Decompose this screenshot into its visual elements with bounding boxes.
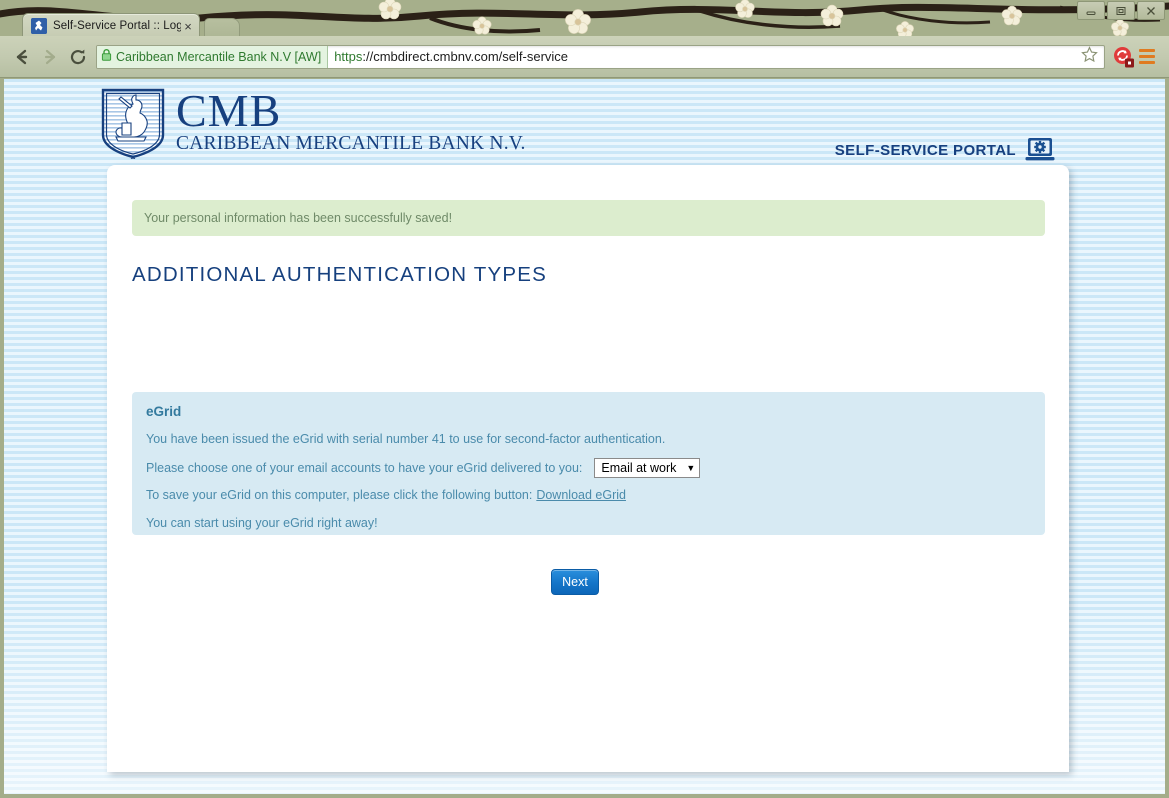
tab-strip: Self-Service Portal :: Log In × (22, 13, 240, 36)
address-bar[interactable]: Caribbean Mercantile Bank N.V [AW] https… (96, 44, 1105, 69)
browser-tab-active[interactable]: Self-Service Portal :: Log In × (22, 13, 200, 36)
browser-window: Self-Service Portal :: Log In × (0, 0, 1169, 798)
egrid-ready-text: You can start using your eGrid right awa… (146, 516, 378, 530)
close-button[interactable] (1137, 1, 1165, 20)
site-header: CMB CARIBBEAN MERCANTILE BANK N.V. SELF-… (4, 79, 1165, 165)
browser-titlebar: Self-Service Portal :: Log In × (0, 0, 1169, 36)
bank-crest-lion-icon (101, 88, 165, 159)
egrid-delivery-row: Please choose one of your email accounts… (146, 458, 1031, 478)
maximize-button[interactable] (1107, 1, 1135, 20)
site-security-chip[interactable]: Caribbean Mercantile Bank N.V [AW] (97, 45, 329, 68)
portal-label: SELF-SERVICE PORTAL (834, 141, 1016, 159)
back-arrow-icon[interactable] (8, 43, 36, 71)
tab-title: Self-Service Portal :: Log In (53, 20, 181, 32)
url-scheme: https (334, 49, 363, 64)
email-account-select-value: Email at work (601, 461, 677, 475)
tab-close-icon[interactable]: × (181, 19, 195, 34)
padlock-icon (101, 48, 112, 66)
egrid-serial-text: You have been issued the eGrid with seri… (146, 432, 666, 446)
success-alert: Your personal information has been succe… (132, 200, 1045, 236)
content-panel: Your personal information has been succe… (107, 165, 1069, 772)
site-favicon-icon (31, 18, 47, 34)
logo-full-name: CARIBBEAN MERCANTILE BANK N.V. (176, 133, 526, 154)
minimize-button[interactable] (1077, 1, 1105, 20)
bank-logo: CMB CARIBBEAN MERCANTILE BANK N.V. (100, 87, 526, 159)
next-button[interactable]: Next (551, 569, 599, 595)
sync-extension-icon[interactable] (1111, 45, 1137, 69)
egrid-download-label: To save your eGrid on this computer, ple… (146, 488, 533, 502)
url-path: ://cmbdirect.cmbnv.com/self-service (362, 49, 569, 64)
page-title: ADDITIONAL AUTHENTICATION TYPES (132, 263, 547, 286)
url-text: https://cmbdirect.cmbnv.com/self-service (328, 49, 568, 64)
star-bookmark-icon[interactable] (1075, 45, 1104, 68)
egrid-download-row: To save your eGrid on this computer, ple… (146, 486, 1031, 504)
reload-icon[interactable] (64, 43, 92, 71)
chevron-down-icon: ▼ (686, 462, 696, 473)
success-alert-text: Your personal information has been succe… (144, 211, 453, 225)
browser-toolbar: Caribbean Mercantile Bank N.V [AW] https… (0, 36, 1169, 78)
email-account-select[interactable]: Email at work ▼ (594, 458, 701, 478)
forward-arrow-icon (36, 43, 64, 71)
download-egrid-link[interactable]: Download eGrid (536, 488, 626, 502)
site-security-label: Caribbean Mercantile Bank N.V [AW] (116, 49, 322, 64)
egrid-panel-title: eGrid (146, 404, 182, 419)
page-viewport: CMB CARIBBEAN MERCANTILE BANK N.V. SELF-… (4, 79, 1165, 794)
window-controls (1075, 1, 1165, 20)
new-tab-button[interactable] (204, 18, 240, 36)
portal-badge: SELF-SERVICE PORTAL (835, 137, 1055, 163)
egrid-delivery-label: Please choose one of your email accounts… (146, 461, 583, 475)
egrid-panel: eGrid You have been issued the eGrid wit… (132, 392, 1045, 535)
logo-acronym: CMB (176, 85, 282, 136)
hamburger-menu-icon[interactable] (1137, 49, 1161, 64)
laptop-gear-icon (1025, 138, 1055, 161)
